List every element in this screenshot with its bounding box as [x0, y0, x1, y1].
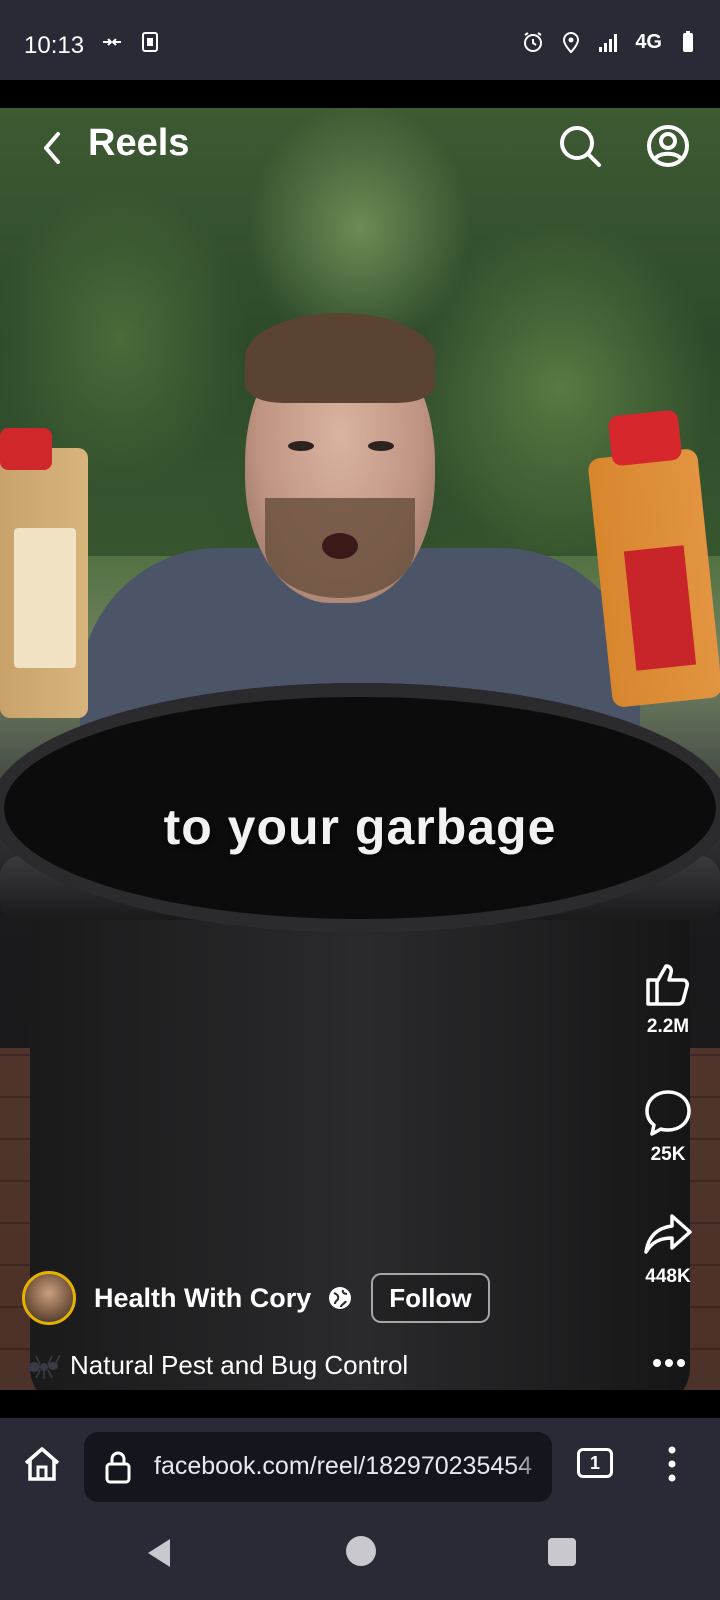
more-options-icon[interactable] — [652, 1356, 686, 1370]
status-bar: 10:13 4G — [0, 0, 720, 80]
like-button[interactable]: 2.2M — [624, 958, 712, 1038]
system-nav-bar — [0, 1514, 720, 1600]
status-right-icons: 4G — [521, 30, 700, 54]
battery-icon — [683, 31, 693, 52]
sim-card-icon — [142, 32, 158, 52]
browser-toolbar: facebook.com/reel/182970235454 1 — [0, 1418, 720, 1514]
comment-count: 25K — [650, 1144, 686, 1165]
lock-icon — [105, 1451, 131, 1484]
url-fade — [512, 1432, 552, 1502]
like-count: 2.2M — [646, 1016, 690, 1037]
search-icon[interactable] — [556, 122, 604, 170]
share-count: 448K — [645, 1266, 691, 1287]
nav-recents-icon[interactable] — [548, 1538, 576, 1566]
like-icon — [646, 964, 689, 1006]
signal-icon — [599, 34, 618, 52]
status-time: 10:13 — [24, 32, 85, 59]
person-hair — [245, 313, 435, 403]
video-caption: to your garbage — [163, 799, 557, 855]
globe-icon — [329, 1287, 352, 1309]
reel-video[interactable]: to your garbage — [0, 108, 720, 1390]
status-left-icons — [100, 30, 162, 54]
person-eye-right — [368, 441, 394, 451]
home-icon[interactable] — [22, 1444, 62, 1484]
reels-header: Reels — [0, 108, 720, 188]
tabs-icon[interactable]: 1 — [577, 1448, 613, 1478]
person-mouth — [322, 533, 358, 559]
url-text: facebook.com/reel/182970235454 — [154, 1452, 533, 1480]
location-icon — [563, 32, 580, 54]
comment-button[interactable]: 25K — [624, 1086, 712, 1166]
page-title: Reels — [88, 122, 190, 164]
menu-icon[interactable] — [666, 1444, 678, 1484]
spice-jar-label — [623, 545, 697, 671]
owner-name[interactable]: Health With Cory — [94, 1283, 311, 1314]
cinnamon-jar-cap — [0, 428, 52, 470]
cinnamon-jar-label — [14, 528, 76, 668]
alarm-icon — [524, 32, 543, 52]
nav-back-icon[interactable] — [144, 1536, 174, 1570]
back-arrow-icon[interactable] — [36, 124, 68, 172]
owner-row: Health With Cory Follow — [22, 1270, 490, 1326]
data-transfer-icon — [103, 38, 121, 46]
avatar[interactable] — [22, 1271, 76, 1325]
top-letterbox — [0, 80, 720, 108]
address-bar[interactable]: facebook.com/reel/182970235454 — [84, 1432, 552, 1502]
profile-icon[interactable] — [644, 122, 692, 170]
audio-title: Natural Pest and Bug Control — [70, 1350, 409, 1380]
comment-icon — [645, 1090, 691, 1136]
spice-jar-cap — [607, 409, 683, 467]
network-label: 4G — [635, 30, 662, 53]
share-icon — [644, 1214, 692, 1254]
share-button[interactable]: 448K — [624, 1208, 712, 1288]
bottom-letterbox — [0, 1390, 720, 1418]
audio-row[interactable]: Natural Pest and Bug Control — [26, 1350, 408, 1381]
ant-icon — [28, 1354, 61, 1379]
follow-button[interactable]: Follow — [371, 1273, 490, 1323]
person-eye-left — [288, 441, 314, 451]
nav-home-icon[interactable] — [346, 1536, 376, 1566]
